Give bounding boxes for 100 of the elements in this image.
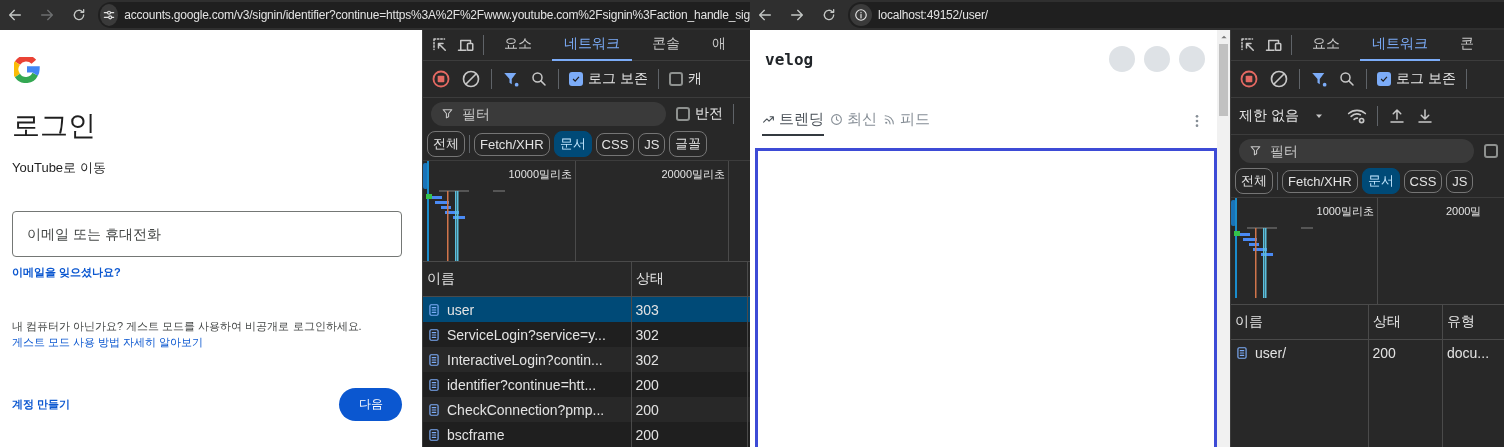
- panel-tab[interactable]: 애: [700, 30, 738, 61]
- site-logo[interactable]: velog: [765, 49, 814, 69]
- feed-tab[interactable]: 최신: [830, 106, 877, 136]
- filter-chip[interactable]: 글꼴: [669, 131, 708, 157]
- document-icon: [427, 327, 441, 342]
- document-icon: [427, 427, 441, 442]
- create-account-link[interactable]: 계정 만들기: [12, 397, 71, 412]
- throttling-dropdown[interactable]: 제한 없음: [1239, 107, 1337, 125]
- filter-chip[interactable]: Fetch/XHR: [1282, 169, 1358, 193]
- checkbox[interactable]: [1377, 72, 1391, 86]
- clock-icon: [830, 113, 843, 126]
- panel-tab[interactable]: 네트워크: [1360, 30, 1440, 61]
- filter-chip[interactable]: JS: [638, 132, 666, 156]
- checkbox[interactable]: [668, 72, 683, 86]
- address-bar[interactable]: localhost:49152/user/: [848, 2, 1504, 28]
- url-text: localhost:49152/user/: [878, 8, 988, 22]
- column-header[interactable]: 상태: [1368, 305, 1443, 340]
- address-bar[interactable]: accounts.google.com/v3/signin/identifier?continue=https%3A%2F%2Fwww.youtube.com%2Fsignin%3Faction_handle_sig: [98, 2, 750, 28]
- feed-tab[interactable]: 트렌딩: [762, 106, 824, 136]
- clear-icon[interactable]: [1269, 69, 1289, 89]
- table-cell: 200: [1368, 339, 1443, 365]
- checkbox[interactable]: [569, 72, 583, 86]
- record-icon[interactable]: [431, 69, 451, 89]
- scroll-up-icon[interactable]: [1219, 33, 1228, 41]
- rss-icon: [883, 113, 896, 126]
- filter-chip[interactable]: CSS: [595, 132, 635, 156]
- filter-input[interactable]: 필터: [1268, 141, 1372, 160]
- checkbox[interactable]: [1484, 143, 1498, 158]
- filter-chip[interactable]: Fetch/XHR: [474, 132, 550, 156]
- site-settings-icon[interactable]: [102, 8, 117, 22]
- request-name: identifier?continue=htt...: [447, 376, 597, 393]
- filter-field[interactable]: 필터: [431, 101, 666, 126]
- time-tick-label: 2000밀: [1446, 204, 1482, 218]
- skeleton-circle: [1109, 46, 1135, 72]
- next-button[interactable]: 다음: [339, 388, 402, 421]
- record-icon[interactable]: [1239, 69, 1259, 89]
- inspect-icon[interactable]: [1239, 36, 1257, 54]
- filter-chip[interactable]: 문서: [1361, 168, 1400, 194]
- time-tick-label: 1000밀리초: [1316, 204, 1374, 218]
- filter-input[interactable]: 필터: [460, 104, 564, 123]
- panel-tab[interactable]: 네트워크: [552, 30, 632, 61]
- funnel-icon: [441, 107, 454, 120]
- request-name: CheckConnection?pmp...: [447, 401, 605, 418]
- upload-icon[interactable]: [1387, 107, 1406, 125]
- filter-chip[interactable]: 전체: [427, 131, 465, 157]
- panel-tab[interactable]: 요소: [492, 30, 544, 61]
- forgot-email-link[interactable]: 이메일을 잊으셨나요?: [12, 265, 402, 280]
- table-row[interactable]: bscframe 200: [423, 422, 750, 447]
- panel-tab[interactable]: 콘솔: [640, 30, 692, 61]
- request-name: user/: [1255, 344, 1287, 361]
- table-row[interactable]: ServiceLogin?service=y... 302: [423, 322, 750, 347]
- filter-icon[interactable]: [1310, 70, 1328, 88]
- clear-icon[interactable]: [461, 69, 481, 89]
- table-row[interactable]: identifier?continue=htt... 200: [423, 372, 750, 397]
- trending-icon: [762, 113, 775, 126]
- column-header[interactable]: 이름: [423, 262, 632, 297]
- panel-tab[interactable]: 요소: [1300, 30, 1352, 61]
- document-icon: [427, 402, 441, 417]
- request-name: user: [447, 301, 475, 318]
- request-name: ServiceLogin?service=y...: [447, 326, 606, 343]
- email-field[interactable]: 이메일 또는 휴대전화: [12, 211, 402, 257]
- url-text: accounts.google.com/v3/signin/identifier?continue=https%3A%2F%2Fwww.youtube.com%2Fsignin%3Faction_handle_sig: [124, 8, 750, 22]
- filter-chip[interactable]: 전체: [1235, 168, 1273, 194]
- table-cell: 200: [631, 422, 748, 447]
- page-title: 로그인: [12, 109, 97, 143]
- document-icon: [427, 352, 441, 367]
- checkbox-label: 반전: [695, 104, 723, 123]
- document-icon: [427, 377, 441, 392]
- table-cell: docu...: [1442, 339, 1504, 365]
- download-icon[interactable]: [1415, 107, 1434, 125]
- skeleton-circle: [1144, 46, 1170, 72]
- table-row[interactable]: user/ 200 docu...: [1231, 339, 1504, 365]
- skeleton-circle: [1179, 46, 1205, 72]
- guest-mode-notice: 내 컴퓨터가 아닌가요? 게스트 모드를 사용하여 비공개로 로그인하세요. 게스트 모드 사용 방법 자세히 알아보기: [12, 319, 363, 350]
- column-header[interactable]: 상태: [631, 262, 748, 297]
- filter-chip[interactable]: CSS: [1403, 169, 1443, 193]
- checkbox-label: 로그 보존: [1396, 70, 1456, 88]
- time-tick-label: 10000밀리초: [508, 167, 572, 181]
- g-logo: [14, 57, 40, 83]
- checkbox-label: 로그 보존: [588, 70, 648, 88]
- inspect-icon[interactable]: [431, 36, 449, 54]
- checkbox[interactable]: [676, 106, 690, 121]
- search-icon[interactable]: [1338, 70, 1356, 88]
- document-icon: [427, 302, 441, 317]
- filter-chip[interactable]: 문서: [553, 131, 592, 157]
- request-name: InteractiveLogin?contin...: [447, 351, 603, 368]
- funnel-icon: [1249, 144, 1262, 157]
- column-header[interactable]: 이름: [1231, 305, 1369, 340]
- column-header[interactable]: 유형: [1442, 305, 1504, 340]
- panel-tab[interactable]: 콘: [1448, 30, 1486, 61]
- info-icon[interactable]: [854, 8, 868, 22]
- search-icon[interactable]: [530, 70, 548, 88]
- filter-chip[interactable]: JS: [1446, 169, 1474, 193]
- guest-mode-link[interactable]: 게스트 모드 사용 방법 자세히 알아보기: [12, 336, 204, 348]
- filter-field[interactable]: 필터: [1239, 138, 1474, 163]
- subtitle: YouTube로 이동: [12, 159, 107, 177]
- table-row[interactable]: user 303: [423, 296, 750, 322]
- filter-icon[interactable]: [502, 70, 520, 88]
- request-name: bscframe: [447, 426, 505, 443]
- scrollbar-thumb[interactable]: [1219, 44, 1228, 116]
